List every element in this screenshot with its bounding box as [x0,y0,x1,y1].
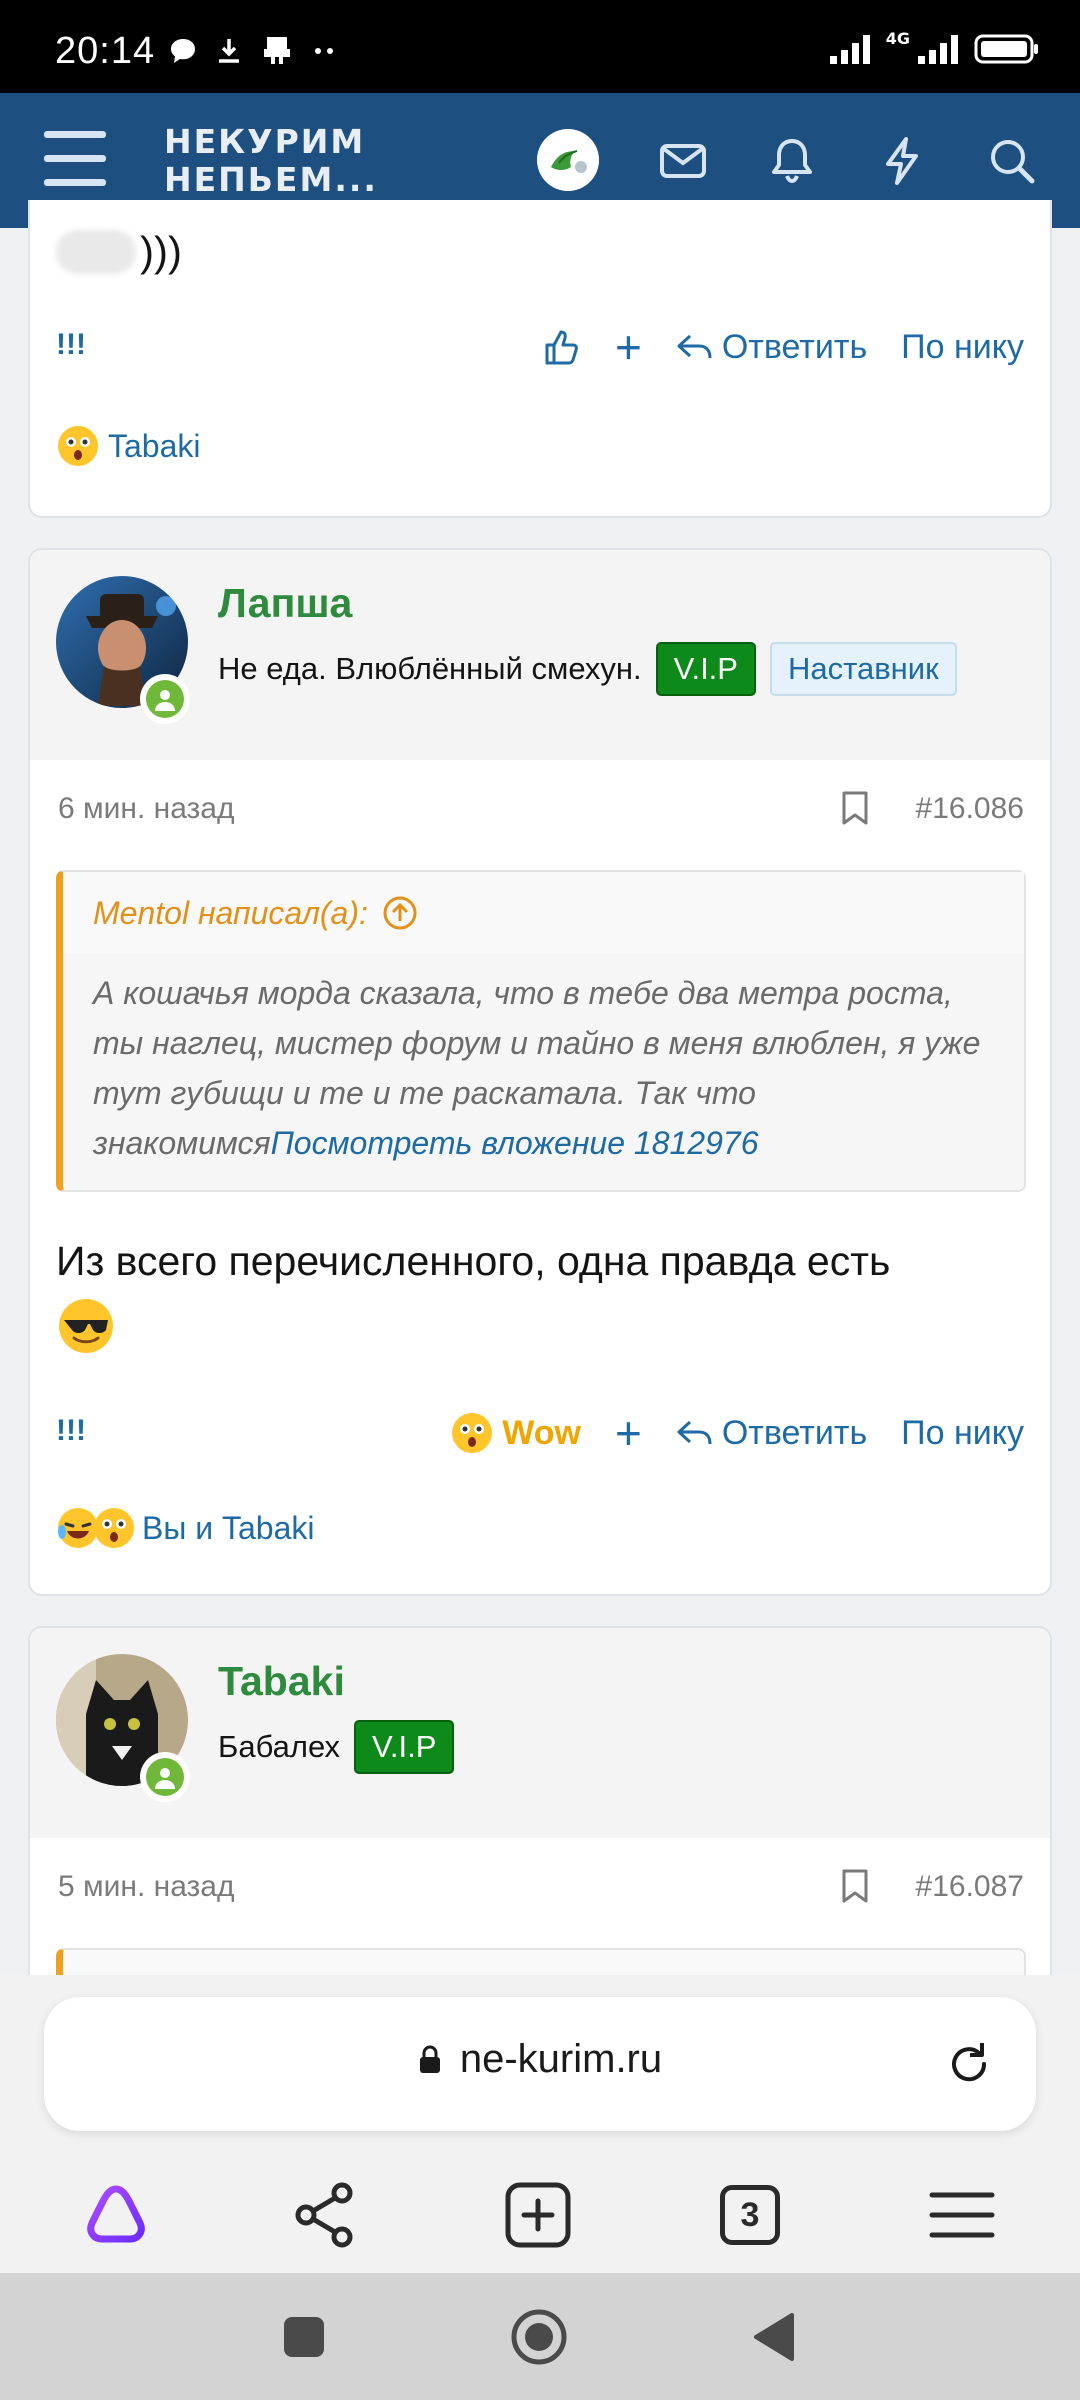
address-bar[interactable]: ne-kurim.ru [44,1997,1036,2131]
post-time[interactable]: 6 мин. назад [58,792,235,826]
quote-block: Mentol написал(а): А кошачья морда сказа… [56,870,1026,1192]
more-notifications-icon [315,48,333,54]
status-bar: 20:14 4G [0,0,1080,93]
wow-emoji-icon [92,1506,136,1550]
share-icon[interactable] [286,2175,366,2255]
quote-author: Mentol написал(а): [93,894,368,931]
post-actions: !!! + Ответить По нику [56,322,1024,372]
post-card: Лапша Не еда. Влюблённый смехун. V.I.P Н… [28,548,1052,1596]
by-nick-button[interactable]: По нику [901,1414,1024,1453]
user-avatar[interactable] [537,129,599,191]
download-icon [219,39,239,63]
back-icon[interactable] [750,2311,798,2363]
url-text: ne-kurim.ru [459,2037,663,2081]
recents-icon[interactable] [282,2315,326,2359]
menu-icon[interactable] [44,131,106,187]
sunglasses-emoji-icon [56,1296,116,1356]
home-icon[interactable] [510,2308,568,2366]
report-link[interactable]: !!! [56,328,86,362]
multiquote-button[interactable]: + [615,324,642,370]
report-link[interactable]: !!! [56,1414,86,1448]
reaction-users: Вы и Tabaki [142,1509,315,1546]
post-text: Из всего перечисленного, одна правда ест… [56,1238,891,1284]
network-type: 4G [885,29,910,48]
post-time[interactable]: 5 мин. назад [58,1870,235,1904]
search-icon[interactable] [984,133,1040,189]
logo-line-2: НЕПЬЕМ... [164,160,378,199]
signal-icon-2 [918,35,958,64]
reaction-button[interactable]: Wow [450,1411,581,1455]
browser-nav: 3 [0,2175,1080,2265]
by-nick-button[interactable]: По нику [901,328,1024,367]
logo-line-1: НЕКУРИМ [164,122,366,161]
reply-icon [677,334,712,359]
author-title-row: Бабалех V.I.P [218,1720,455,1774]
signal-icon [829,35,870,64]
lock-icon [419,2045,440,2073]
online-status-icon [140,674,190,724]
author-name[interactable]: Лапша [218,580,352,627]
post-card-previous: ))) !!! + Ответить По нику Tabaki [28,200,1052,518]
post-number[interactable]: #16.086 [916,792,1024,826]
quote-header[interactable]: Mentol написал(а): [63,872,1024,954]
author-title: Бабалех [218,1729,341,1764]
url-row: ne-kurim.ru [44,2037,1036,2082]
reactions-summary[interactable]: Вы и Tabaki [56,1506,315,1550]
notification-icons [168,34,340,68]
reply-button[interactable]: Ответить [676,328,867,367]
mail-icon[interactable] [655,133,711,189]
tab-count: 3 [720,2185,780,2245]
quote-body: А кошачья морда сказала, что в тебе два … [63,954,1024,1190]
post-partial-body: ))) [56,228,182,276]
author-name[interactable]: Tabaki [218,1658,345,1705]
like-icon[interactable] [541,327,581,367]
new-tab-icon[interactable] [498,2175,578,2255]
battery-icon [974,34,1038,64]
reaction-label: Wow [502,1413,581,1452]
reactions-summary[interactable]: Tabaki [56,424,201,468]
tabs-button[interactable]: 3 [710,2175,790,2255]
bookmark-icon[interactable] [840,1868,870,1904]
site-logo[interactable]: НЕКУРИМ НЕПЬЕМ... [164,123,378,199]
mentor-badge: Наставник [769,642,957,696]
reply-label: Ответить [721,1413,868,1452]
blurred-image [56,230,136,274]
reply-label: Ответить [721,327,868,366]
bell-icon[interactable] [764,133,820,189]
arrow-up-circle-icon[interactable] [382,895,418,931]
online-status-icon [140,1752,190,1802]
reaction-users: Tabaki [108,427,201,464]
browser-menu-icon[interactable] [922,2175,1002,2255]
post-number[interactable]: #16.087 [916,1870,1024,1904]
author-title-row: Не еда. Влюблённый смехун. V.I.P Наставн… [218,642,957,696]
reload-icon[interactable] [942,2037,996,2091]
reply-icon [677,1420,712,1445]
reply-button[interactable]: Ответить [676,1414,867,1453]
attachment-link[interactable]: Посмотреть вложение 1812976 [271,1125,759,1161]
clock: 20:14 [55,30,156,72]
vip-badge: V.I.P [354,1720,455,1774]
system-navigation-bar [0,2273,1080,2400]
wow-emoji-icon [56,424,100,468]
multiquote-button[interactable]: + [615,1410,642,1456]
browser-bottom-bar: ne-kurim.ru 3 [0,1975,1080,2273]
post-partial-text: ))) [140,228,182,275]
post-actions: !!! Wow + Ответить По нику [56,1408,1024,1458]
printer-icon [264,37,290,64]
bookmark-icon[interactable] [840,790,870,826]
author-title: Не еда. Влюблённый смехун. [218,651,642,686]
post-body: Из всего перечисленного, одна правда ест… [56,1230,1026,1373]
vip-badge: V.I.P [655,642,756,696]
alice-assistant-icon[interactable] [76,2175,156,2255]
lightning-icon[interactable] [874,133,930,189]
wow-emoji-icon [450,1411,494,1455]
chat-notification-icon [171,39,195,63]
system-icons: 4G [828,29,1040,66]
